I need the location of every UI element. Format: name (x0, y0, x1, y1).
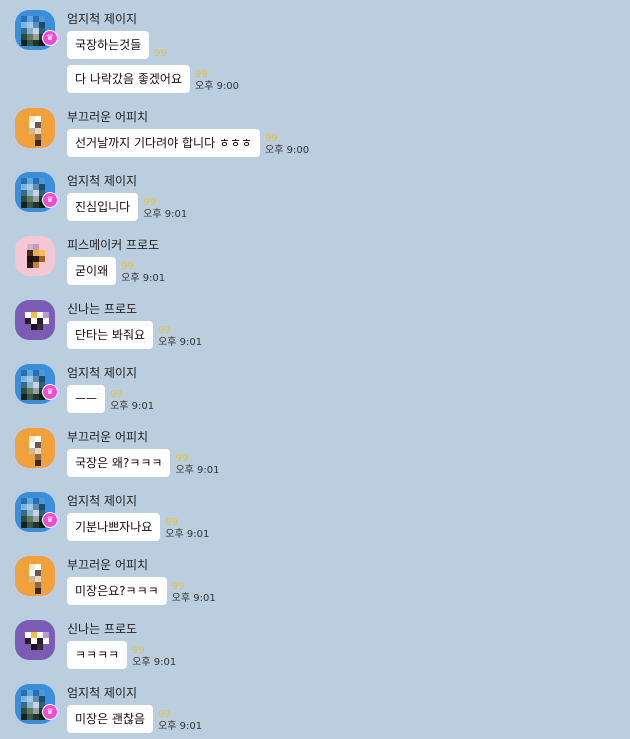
message-bubble[interactable]: 단타는 봐줘요 (67, 321, 154, 349)
unread-count: 99 (110, 389, 123, 400)
message-bubble[interactable]: 국장은 왜?ㅋㅋㅋ (67, 449, 171, 477)
message-row: 미장은요?ㅋㅋㅋ 99 오후 9:01 (67, 577, 216, 605)
message-meta: 99 오후 9:00 (195, 69, 239, 93)
sender-name: 피스메이커 프로도 (67, 238, 160, 252)
message-meta: 99 오후 9:01 (172, 581, 216, 605)
avatar[interactable] (15, 236, 55, 276)
unread-count: 99 (175, 453, 189, 464)
message-time: 오후 9:01 (175, 465, 220, 476)
message-bubble[interactable]: 미장은요?ㅋㅋㅋ (67, 577, 167, 605)
sender-name: 신나는 프로도 (67, 622, 138, 636)
message-meta: 99 오후 9:01 (158, 709, 202, 733)
crown-icon: ♛ (42, 192, 58, 208)
unread-count: 99 (195, 69, 208, 80)
message-row: 굳이왜 99 오후 9:01 (67, 257, 165, 285)
message-bubble[interactable]: 굳이왜 (67, 257, 117, 285)
message-time: 오후 9:01 (158, 721, 203, 732)
message-meta: 99 오후 9:01 (165, 517, 209, 541)
message-bubble[interactable]: 미장은 괜찮음 (67, 705, 154, 733)
message-bubble[interactable]: 국장하는것들 (67, 31, 150, 59)
unread-count: 99 (171, 581, 185, 592)
unread-count: 99 (158, 325, 171, 336)
message-bubble[interactable]: ㅡㅡ (67, 385, 106, 413)
message-bubble[interactable]: 기분나쁘자나요 (67, 513, 161, 541)
unread-count: 99 (154, 48, 167, 59)
message-time: 오후 9:00 (195, 81, 240, 92)
sender-name: 부끄러운 어피치 (67, 110, 149, 124)
message-row: 진심입니다 99 오후 9:01 (67, 193, 187, 221)
message-meta: 99 오후 9:01 (175, 453, 219, 477)
crown-icon: ♛ (42, 384, 58, 400)
sender-name: 엄지척 제이지 (67, 174, 138, 188)
sender-name: 부끄러운 어피치 (67, 558, 149, 572)
sender-name: 엄지척 제이지 (67, 12, 138, 26)
unread-count: 99 (132, 645, 145, 656)
unread-count: 99 (165, 517, 179, 528)
avatar[interactable] (15, 300, 55, 340)
message-row: ㅋㅋㅋㅋ 99 오후 9:01 (67, 641, 176, 669)
message-row: 단타는 봐줘요 99 오후 9:01 (67, 321, 202, 349)
sender-name: 엄지척 제이지 (67, 494, 138, 508)
message-meta: 99 오후 9:01 (132, 645, 176, 669)
message-time: 오후 9:01 (143, 209, 188, 220)
message-time: 오후 9:01 (158, 337, 203, 348)
sender-name: 부끄러운 어피치 (67, 430, 149, 444)
message-row: ㅡㅡ 99 오후 9:01 (67, 385, 154, 413)
message-meta: 99 오후 9:01 (158, 325, 202, 349)
message-time: 오후 9:01 (171, 593, 216, 604)
crown-icon: ♛ (42, 512, 58, 528)
avatar[interactable] (15, 556, 55, 596)
message-meta: 99 오후 9:01 (121, 261, 165, 285)
sender-name: 엄지척 제이지 (67, 366, 138, 380)
message-bubble[interactable]: ㅋㅋㅋㅋ (67, 641, 128, 669)
message-row: 기분나쁘자나요 99 오후 9:01 (67, 513, 209, 541)
message-row: 국장은 왜?ㅋㅋㅋ 99 오후 9:01 (67, 449, 220, 477)
sender-name: 신나는 프로도 (67, 302, 138, 316)
unread-count: 99 (121, 261, 134, 272)
message-bubble[interactable]: 선거날까지 기다려야 합니다 ㅎㅎㅎ (67, 129, 261, 157)
sender-name: 엄지척 제이지 (67, 686, 138, 700)
message-meta: 99 오후 9:01 (110, 389, 154, 413)
avatar[interactable] (15, 620, 55, 660)
message-row: 미장은 괜찮음 99 오후 9:01 (67, 705, 202, 733)
message-row: 선거날까지 기다려야 합니다 ㅎㅎㅎ 99 오후 9:00 (67, 129, 309, 157)
avatar[interactable] (15, 428, 55, 468)
avatar[interactable] (15, 108, 55, 148)
message-time: 오후 9:01 (165, 529, 210, 540)
message-row: 다 나락갔음 좋겠어요 99 오후 9:00 (67, 65, 239, 93)
crown-icon: ♛ (42, 30, 58, 46)
message-bubble[interactable]: 다 나락갔음 좋겠어요 (67, 65, 190, 93)
unread-count: 99 (143, 197, 156, 208)
message-time: 오후 9:00 (265, 145, 310, 156)
message-meta: 99 (154, 48, 167, 59)
crown-icon: ♛ (42, 704, 58, 720)
unread-count: 99 (265, 133, 278, 144)
message-row: 국장하는것들 99 (67, 31, 167, 59)
message-time: 오후 9:01 (121, 273, 166, 284)
unread-count: 99 (158, 709, 171, 720)
message-meta: 99 오후 9:01 (143, 197, 187, 221)
message-meta: 99 오후 9:00 (265, 133, 309, 157)
message-bubble[interactable]: 진심입니다 (67, 193, 139, 221)
message-time: 오후 9:01 (132, 657, 177, 668)
message-time: 오후 9:01 (110, 401, 155, 412)
